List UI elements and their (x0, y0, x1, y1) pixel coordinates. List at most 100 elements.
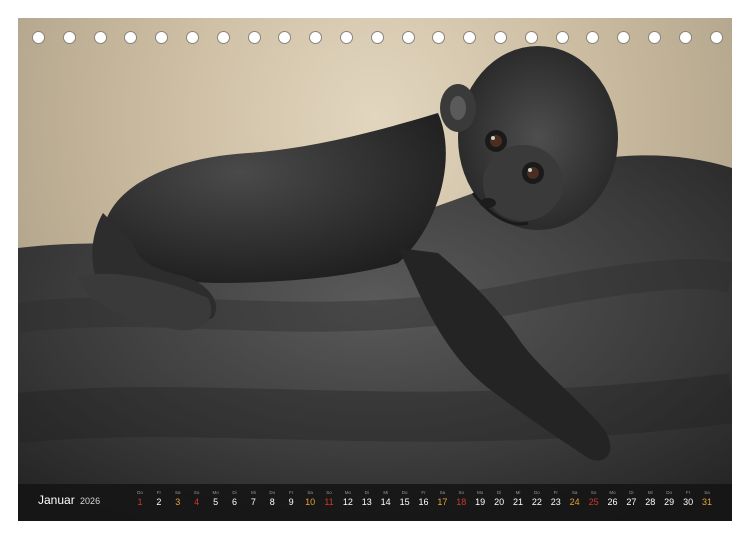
weekday-label: Mo (344, 490, 352, 495)
calendar-day: Sa 31 (698, 484, 716, 521)
weekday-label: Di (364, 490, 369, 495)
calendar-day: Do 1 (131, 484, 149, 521)
calendar-day: Fr 16 (415, 484, 433, 521)
calendar-day: Fr 9 (282, 484, 300, 521)
binding-hole (617, 31, 631, 44)
day-number: 26 (607, 497, 618, 507)
weekday-label: Do (534, 490, 540, 495)
day-number: 17 (437, 497, 448, 507)
day-number: 6 (231, 497, 237, 507)
binding-hole (555, 31, 569, 44)
day-number: 1 (137, 497, 143, 507)
calendar-day: Mo 19 (471, 484, 489, 521)
day-number: 30 (683, 497, 694, 507)
binding-hole (278, 31, 292, 44)
day-number: 23 (550, 497, 561, 507)
weekday-label: Di (496, 490, 502, 495)
binding-hole (247, 31, 261, 44)
calendar-day: So 4 (188, 484, 206, 521)
day-number: 9 (288, 497, 294, 507)
weekday-label: Sa (704, 490, 710, 495)
gorilla-photo (18, 46, 732, 521)
weekday-label: Sa (175, 490, 181, 495)
calendar-day: Mi 14 (377, 484, 395, 521)
weekday-label: Do (137, 490, 143, 495)
calendar-day: Fr 2 (150, 484, 168, 521)
calendar-day: Mo 12 (339, 484, 357, 521)
binding-holes (18, 31, 732, 47)
weekday-label: Mi (515, 490, 521, 495)
day-number: 7 (250, 497, 256, 507)
day-number: 27 (626, 497, 637, 507)
binding-hole (648, 31, 661, 44)
calendar-bar: Januar 2026 Do 1 Fr 2 Sa 3 So 4 Mo 5 Di 6 Mi 7 Do 8 Fr 9 S… (18, 484, 732, 521)
day-number: 12 (342, 497, 353, 507)
weekday-label: Do (269, 490, 276, 495)
weekday-label: Mi (647, 490, 653, 495)
weekday-label: Do (401, 490, 408, 495)
weekday-label: Mi (251, 490, 256, 495)
calendar-day: Di 27 (622, 484, 640, 521)
weekday-label: Mo (477, 490, 484, 495)
calendar-day: Mi 28 (641, 484, 659, 521)
binding-hole (401, 31, 415, 44)
binding-hole (155, 31, 169, 44)
month-name: Januar (38, 493, 75, 507)
day-number: 14 (380, 497, 391, 507)
day-number: 31 (701, 497, 712, 507)
calendar-day: Mi 7 (244, 484, 262, 521)
binding-hole (524, 31, 538, 44)
binding-hole (586, 31, 600, 44)
weekday-label: Sa (307, 490, 313, 495)
binding-hole (32, 31, 45, 44)
calendar-day: Sa 17 (433, 484, 451, 521)
binding-hole (309, 31, 323, 44)
day-number: 2 (156, 497, 162, 507)
day-number: 15 (399, 497, 410, 507)
weekday-label: Di (232, 490, 237, 495)
calendar-day: Mi 21 (509, 484, 527, 521)
calendar-day: Do 22 (528, 484, 546, 521)
calendar-day: Di 13 (358, 484, 376, 521)
calendar-day: Fr 30 (679, 484, 697, 521)
calendar-day: Di 6 (226, 484, 244, 521)
weekday-label: Fr (289, 490, 294, 495)
month-label: Januar 2026 (38, 493, 100, 507)
binding-hole (370, 31, 384, 44)
binding-hole (494, 31, 507, 44)
weekday-label: So (590, 490, 597, 495)
day-number: 10 (305, 497, 316, 507)
day-number: 4 (194, 497, 200, 507)
weekday-label: Fr (421, 490, 426, 495)
calendar-page: Januar 2026 Do 1 Fr 2 Sa 3 So 4 Mo 5 Di 6 Mi 7 Do 8 Fr 9 S… (18, 18, 732, 521)
binding-hole (463, 31, 477, 44)
weekday-label: Mo (212, 490, 219, 495)
year-label: 2026 (80, 496, 101, 506)
weekday-label: So (193, 490, 200, 495)
weekday-label: Sa (571, 490, 578, 495)
calendar-day: Mo 5 (207, 484, 225, 521)
calendar-day: So 25 (585, 484, 603, 521)
calendar-day: Di 20 (490, 484, 508, 521)
binding-hole (186, 31, 199, 44)
calendar-day: Do 15 (396, 484, 414, 521)
binding-hole (62, 31, 76, 44)
binding-hole (340, 31, 353, 44)
day-number: 21 (512, 497, 523, 507)
calendar-day: Fr 23 (547, 484, 565, 521)
weekday-label: So (458, 490, 465, 495)
calendar-day: So 11 (320, 484, 338, 521)
binding-hole (124, 31, 138, 44)
day-number: 28 (645, 497, 656, 507)
day-number: 29 (664, 497, 675, 507)
calendar-day: Do 29 (660, 484, 678, 521)
weekday-label: Fr (156, 490, 162, 495)
day-number: 19 (475, 497, 486, 507)
binding-hole (678, 31, 692, 44)
calendar-day: Sa 24 (566, 484, 584, 521)
day-number: 24 (569, 497, 580, 507)
weekday-label: Mo (609, 490, 616, 495)
weekday-label: So (326, 490, 332, 495)
calendar-day: So 18 (452, 484, 470, 521)
day-number: 25 (588, 497, 599, 507)
